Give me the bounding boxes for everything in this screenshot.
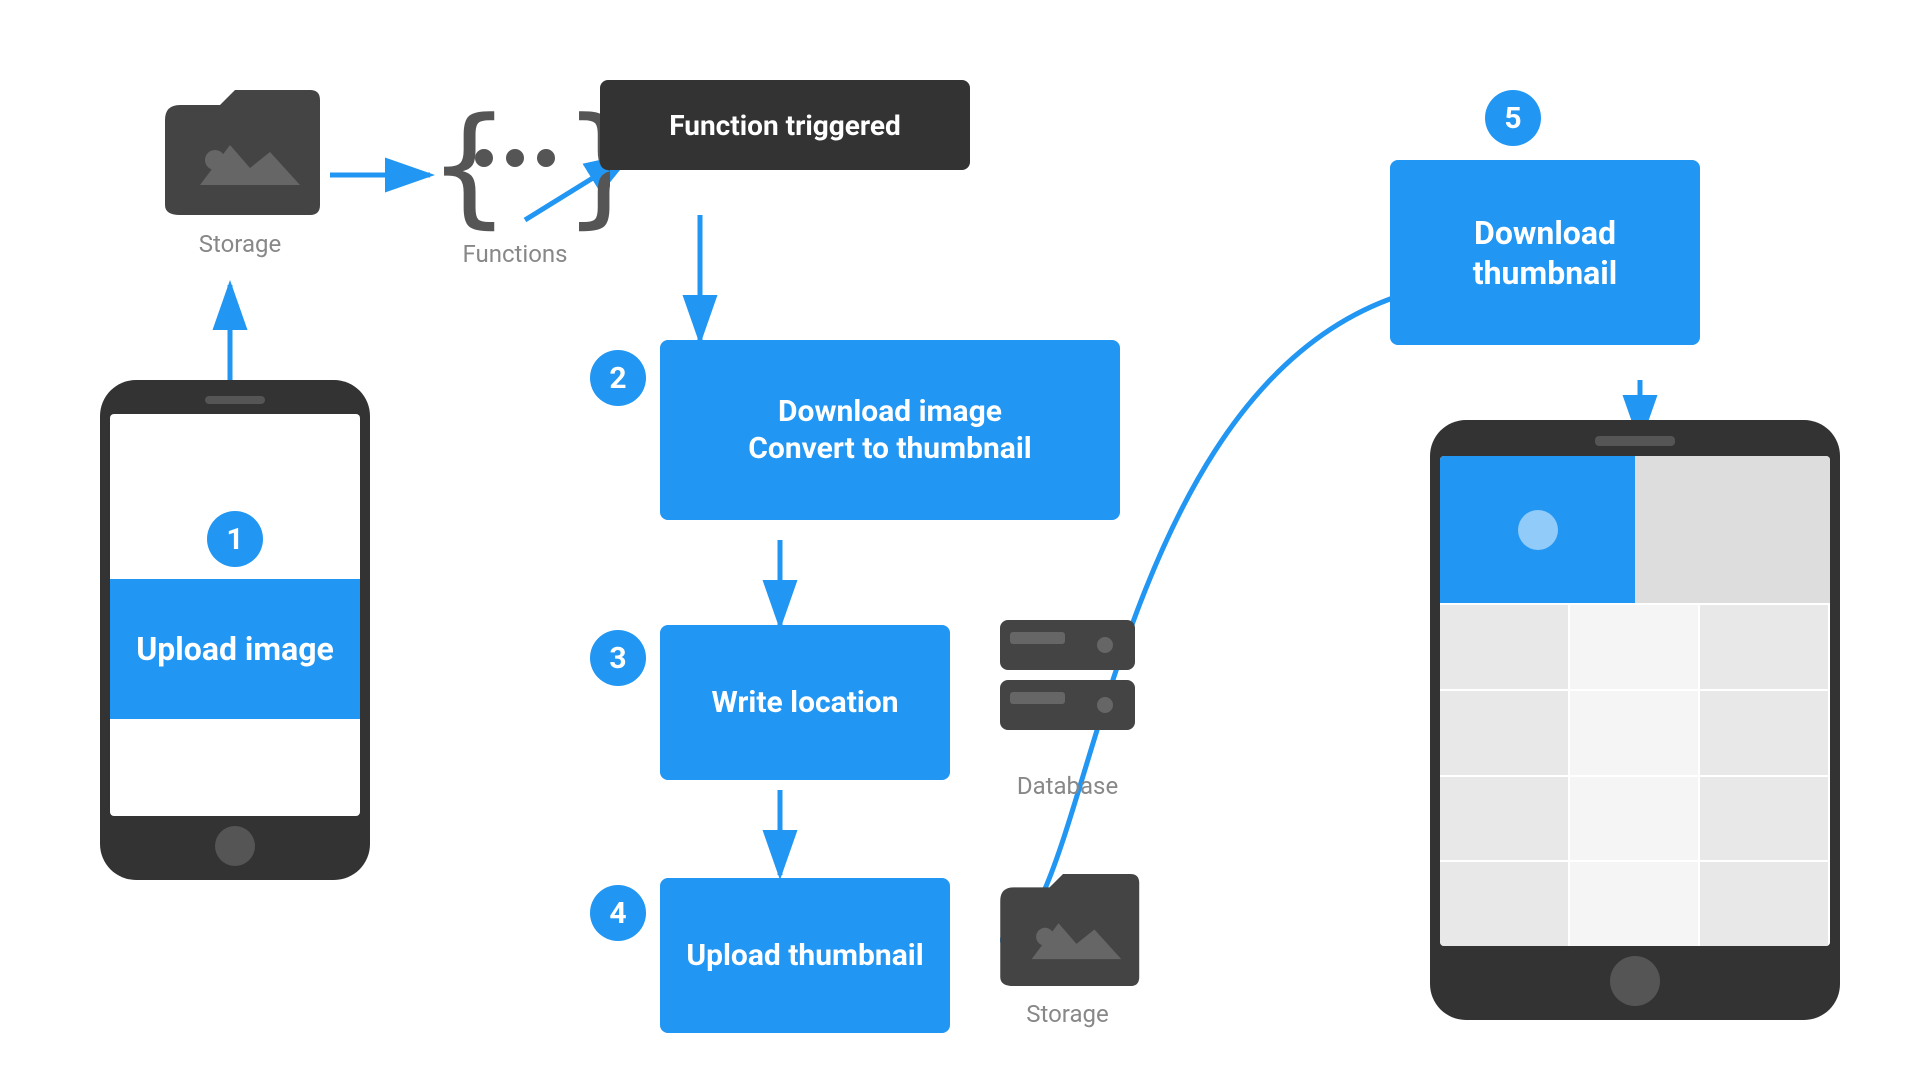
right-phone-screen <box>1440 456 1830 946</box>
step1-badge: 1 <box>207 511 263 567</box>
right-phone <box>1430 420 1840 1020</box>
functions-label: Functions <box>420 240 610 268</box>
right-phone-grey-cell <box>1635 456 1830 603</box>
phone-row-4 <box>1440 860 1830 946</box>
write-location-box: Write location <box>660 625 950 780</box>
function-triggered-label: Function triggered <box>669 109 901 142</box>
cell-4-2 <box>1570 862 1700 946</box>
download-thumbnail-label: Download thumbnail <box>1406 213 1684 293</box>
download-convert-box: Download image Convert to thumbnail <box>660 340 1120 520</box>
left-phone: 1 Upload image <box>100 380 370 880</box>
cell-2-2 <box>1570 691 1700 775</box>
database-label: Database <box>990 772 1145 800</box>
phone-row-2 <box>1440 689 1830 775</box>
upload-image-box: Upload image <box>110 579 360 719</box>
phone-row-1 <box>1440 603 1830 689</box>
upload-thumbnail-box: Upload thumbnail <box>660 878 950 1033</box>
step2-badge: 2 <box>590 350 646 406</box>
functions-icon: { } <box>420 80 610 239</box>
storage-label-left: Storage <box>155 230 325 258</box>
phone-row-3 <box>1440 775 1830 861</box>
storage-label-right: Storage <box>990 1000 1145 1028</box>
step4-badge: 4 <box>590 885 646 941</box>
cell-1-3 <box>1700 605 1830 689</box>
diagram-container: 1 Upload image Storage { } Functions Fun… <box>0 0 1920 1080</box>
function-triggered-box: Function triggered <box>600 80 970 170</box>
left-phone-home <box>215 826 255 866</box>
right-phone-home <box>1610 956 1660 1006</box>
cell-2-3 <box>1700 691 1830 775</box>
cell-1-1 <box>1440 605 1570 689</box>
step5-badge: 5 <box>1485 90 1541 146</box>
cell-4-1 <box>1440 862 1570 946</box>
cell-3-3 <box>1700 777 1830 861</box>
upload-thumbnail-label: Upload thumbnail <box>686 937 923 975</box>
storage-icon-right <box>990 865 1145 999</box>
left-phone-screen: 1 Upload image <box>110 414 360 816</box>
svg-text:{: { <box>430 89 508 235</box>
right-phone-blue-cell <box>1440 456 1635 603</box>
download-thumbnail-box: Download thumbnail <box>1390 160 1700 345</box>
cell-3-2 <box>1570 777 1700 861</box>
right-phone-speaker <box>1595 436 1675 446</box>
storage-icon-left <box>155 80 325 229</box>
download-convert-label: Download image Convert to thumbnail <box>748 393 1031 468</box>
cell-1-2 <box>1570 605 1700 689</box>
left-phone-speaker <box>205 396 265 404</box>
right-phone-grid <box>1440 603 1830 946</box>
right-phone-top-row <box>1440 456 1830 603</box>
right-phone-circle <box>1518 510 1558 550</box>
cell-2-1 <box>1440 691 1570 775</box>
right-phone-screen-content <box>1440 456 1830 946</box>
write-location-label: Write location <box>711 684 898 722</box>
step3-badge: 3 <box>590 630 646 686</box>
cell-4-3 <box>1700 862 1830 946</box>
cell-3-1 <box>1440 777 1570 861</box>
database-icon <box>990 610 1145 769</box>
